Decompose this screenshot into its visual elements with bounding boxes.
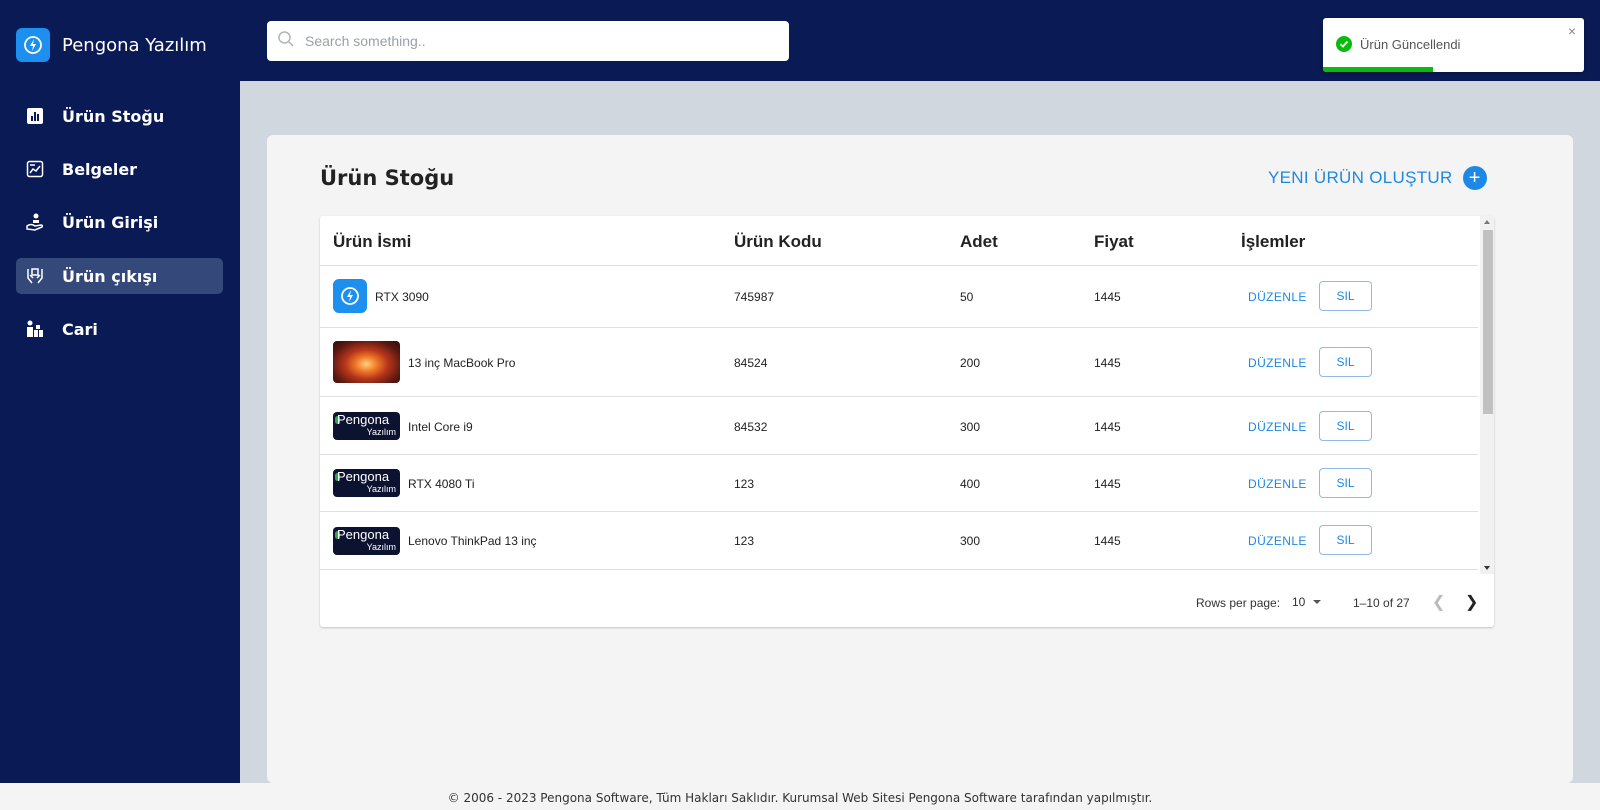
- check-circle-icon: [1336, 36, 1352, 57]
- delete-button[interactable]: SIL: [1319, 525, 1372, 555]
- logo-text-bottom: Yazılım: [366, 484, 396, 494]
- search-input[interactable]: [305, 33, 765, 49]
- product-qty: 50: [960, 290, 974, 304]
- plus-circle-icon: +: [1462, 166, 1487, 190]
- product-code: 84524: [734, 356, 768, 370]
- footer-copyright: © 2006 - 2023 Pengona Software, Tüm Hakl…: [447, 791, 1153, 805]
- new-product-label: YENI ÜRÜN OLUŞTUR: [1268, 168, 1453, 187]
- page-title: Ürün Stoğu: [320, 166, 455, 190]
- table-pagination: Rows per page: 10 1–10 of 27 ❮ ❯: [320, 574, 1494, 627]
- edit-button[interactable]: DÜZENLE: [1248, 356, 1307, 370]
- rows-per-page-value: 10: [1292, 595, 1306, 609]
- column-header-price[interactable]: Fiyat: [1094, 232, 1134, 252]
- logo-text-top: Pengona: [337, 412, 390, 427]
- search-bar[interactable]: [267, 21, 789, 61]
- delete-button[interactable]: SIL: [1319, 411, 1372, 441]
- column-header-name[interactable]: Ürün İsmi: [333, 232, 411, 252]
- edit-button[interactable]: DÜZENLE: [1248, 290, 1307, 304]
- scroll-up-arrow-icon[interactable]: [1484, 220, 1490, 224]
- sidebar-item-label: Belgeler: [62, 159, 138, 179]
- close-icon[interactable]: ×: [1568, 23, 1576, 39]
- pengona-logo: Pengona Yazılım: [333, 469, 400, 497]
- product-table: Ürün İsmi Ürün Kodu Adet Fiyat İşlemler …: [320, 216, 1494, 627]
- hands-give-icon: [24, 265, 46, 287]
- edit-button[interactable]: DÜZENLE: [1248, 534, 1307, 548]
- rows-per-page-label: Rows per page:: [1196, 596, 1281, 610]
- product-qty: 300: [960, 534, 981, 548]
- product-price: 1445: [1094, 290, 1121, 304]
- product-code: 84532: [734, 420, 768, 434]
- product-code: 745987: [734, 290, 775, 304]
- product-name: RTX 3090: [375, 290, 429, 304]
- chevron-left-icon[interactable]: ❮: [1432, 592, 1445, 612]
- sidebar-item-urun-girisi[interactable]: Ürün Girişi: [16, 204, 223, 240]
- product-price: 1445: [1094, 534, 1121, 548]
- lightning-logo-icon: [16, 28, 50, 62]
- product-name: 13 inç MacBook Pro: [408, 356, 516, 370]
- lightning-logo-icon: [333, 279, 367, 313]
- bar-chart-icon: [24, 105, 46, 127]
- toast-message: Ürün Güncellendi: [1360, 37, 1461, 52]
- pengona-logo: Pengona Yazılım: [333, 412, 400, 440]
- toast-progress-fill: [1323, 67, 1433, 72]
- table-row: Pengona Yazılım Lenovo ThinkPad 13 inç 1…: [320, 512, 1478, 570]
- toast-notification: Ürün Güncellendi ×: [1323, 18, 1584, 72]
- new-product-button[interactable]: YENI ÜRÜN OLUŞTUR +: [1268, 166, 1487, 190]
- sidebar-item-label: Ürün çıkışı: [62, 266, 158, 286]
- table-scrollbar[interactable]: [1480, 216, 1494, 574]
- delete-button[interactable]: SIL: [1319, 468, 1372, 498]
- product-code: 123: [734, 534, 755, 548]
- table-row: Pengona Yazılım Intel Core i9 84532 300 …: [320, 397, 1478, 455]
- document-chart-icon: [24, 158, 46, 180]
- product-qty: 300: [960, 420, 981, 434]
- table-row: 13 inç MacBook Pro 84524 200 1445 DÜZENL…: [320, 328, 1478, 397]
- delete-button[interactable]: SIL: [1319, 347, 1372, 377]
- product-code: 123: [734, 477, 755, 491]
- sidebar-item-label: Ürün Girişi: [62, 212, 159, 232]
- edit-button[interactable]: DÜZENLE: [1248, 420, 1307, 434]
- boxes-person-icon: [24, 318, 46, 340]
- brand-name: Pengona Yazılım: [62, 34, 207, 56]
- column-header-code[interactable]: Ürün Kodu: [734, 232, 822, 252]
- hand-receive-icon: [24, 211, 46, 233]
- sidebar-item-urun-cikisi[interactable]: Ürün çıkışı: [16, 258, 223, 294]
- footer: © 2006 - 2023 Pengona Software, Tüm Hakl…: [0, 783, 1600, 810]
- search-icon: [277, 30, 295, 53]
- brand[interactable]: Pengona Yazılım: [16, 28, 207, 62]
- rows-per-page-select[interactable]: 10: [1292, 595, 1322, 609]
- product-price: 1445: [1094, 420, 1121, 434]
- sidebar-item-label: Ürün Stoğu: [62, 106, 165, 126]
- product-name: Lenovo ThinkPad 13 inç: [408, 534, 537, 548]
- sidebar-item-urun-stogu[interactable]: Ürün Stoğu: [16, 98, 223, 134]
- sidebar-item-cari[interactable]: Cari: [16, 311, 223, 347]
- product-name: Intel Core i9: [408, 420, 473, 434]
- sidebar: Pengona Yazılım Ürün Stoğu Belgeler Ürün…: [0, 0, 240, 783]
- caret-down-icon: [1313, 600, 1322, 604]
- logo-text-bottom: Yazılım: [366, 427, 396, 437]
- logo-text-bottom: Yazılım: [366, 542, 396, 552]
- delete-button[interactable]: SIL: [1319, 281, 1372, 311]
- pengona-logo: Pengona Yazılım: [333, 527, 400, 555]
- scrollbar-thumb[interactable]: [1483, 230, 1493, 414]
- logo-text-top: Pengona: [337, 527, 390, 542]
- product-price: 1445: [1094, 477, 1121, 491]
- product-name: RTX 4080 Ti: [408, 477, 475, 491]
- table-header: Ürün İsmi Ürün Kodu Adet Fiyat İşlemler: [320, 216, 1478, 266]
- table-row: Pengona Yazılım RTX 4080 Ti 123 400 1445…: [320, 455, 1478, 512]
- column-header-qty[interactable]: Adet: [960, 232, 998, 252]
- toast-progress-bar: [1323, 67, 1584, 72]
- scroll-down-arrow-icon[interactable]: [1484, 566, 1490, 570]
- sidebar-item-label: Cari: [62, 319, 98, 339]
- table-row: RTX 3090 745987 50 1445 DÜZENLE SIL: [320, 266, 1478, 328]
- product-image: [333, 341, 400, 383]
- pagination-range: 1–10 of 27: [1353, 596, 1410, 610]
- column-header-actions: İşlemler: [1241, 232, 1306, 251]
- chevron-right-icon[interactable]: ❯: [1465, 592, 1478, 612]
- product-qty: 400: [960, 477, 981, 491]
- logo-text-top: Pengona: [337, 469, 390, 484]
- sidebar-item-belgeler[interactable]: Belgeler: [16, 151, 223, 187]
- product-price: 1445: [1094, 356, 1121, 370]
- edit-button[interactable]: DÜZENLE: [1248, 477, 1307, 491]
- product-qty: 200: [960, 356, 981, 370]
